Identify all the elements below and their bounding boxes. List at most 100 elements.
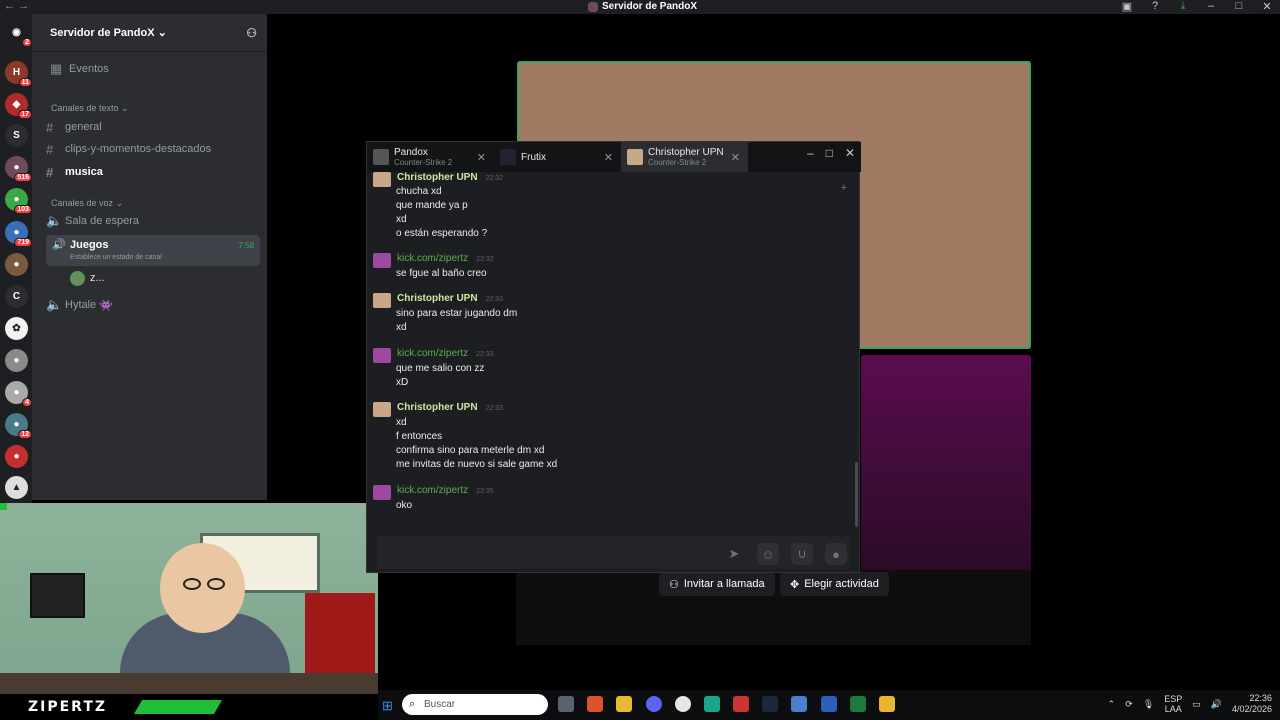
guild-icon[interactable]: ▲ bbox=[5, 476, 28, 499]
text-category[interactable]: Canales de texto ⌄ bbox=[51, 103, 129, 114]
events-item[interactable]: ▦ Eventos bbox=[50, 59, 264, 79]
tab-frutix[interactable]: Frutix ✕ bbox=[494, 142, 621, 172]
sync-icon[interactable]: ⟳ bbox=[1125, 699, 1133, 710]
avatar bbox=[70, 270, 85, 286]
voice-member[interactable]: z... bbox=[70, 268, 284, 288]
windows-taskbar: ⊞ ⌕ Buscar ⌃ ⟳ 🎙 ESP LAA ▭ 🔊 22:36 4/02/202… bbox=[378, 690, 1280, 720]
close-icon[interactable]: ✕ bbox=[845, 146, 855, 160]
guild-icon[interactable]: ● 103 bbox=[5, 188, 32, 214]
timestamp: 22:32 bbox=[485, 175, 504, 182]
chat-tabs: Pandox Counter-Strike 2 ✕ Frutix ✕ Christop… bbox=[367, 142, 861, 172]
message-line: confirma sino para meterle dm xd bbox=[396, 445, 545, 456]
clock[interactable]: 22:36 4/02/2026 bbox=[1232, 693, 1272, 715]
message-line: xd bbox=[396, 322, 407, 333]
maximize-icon[interactable]: □ bbox=[826, 146, 833, 160]
help-icon[interactable]: ? bbox=[1148, 0, 1162, 13]
language-indicator[interactable]: ESP LAA bbox=[1164, 694, 1182, 714]
guild-icon[interactable]: ● 4 bbox=[5, 381, 32, 407]
task-view-icon[interactable] bbox=[558, 696, 574, 712]
invite-call-button[interactable]: ⚇ Invitar a llamada bbox=[659, 572, 775, 596]
discord-home-icon[interactable]: ◉ 2 bbox=[5, 21, 32, 47]
back-icon[interactable]: ← bbox=[4, 0, 15, 12]
window-title-text: Servidor de PandoX bbox=[602, 1, 698, 12]
timestamp: 22:33 bbox=[476, 351, 494, 358]
notepad-icon[interactable] bbox=[791, 696, 807, 712]
guild-icon[interactable]: ✿ bbox=[5, 317, 28, 340]
chrome-icon[interactable] bbox=[675, 696, 691, 712]
guild-icon[interactable]: ● bbox=[5, 445, 28, 468]
maximize-icon[interactable]: □ bbox=[1232, 0, 1246, 13]
channel-general[interactable]: # general bbox=[46, 117, 260, 137]
inbox-icon[interactable]: ▣ bbox=[1120, 0, 1134, 13]
attach-icon[interactable]: ∪ bbox=[791, 543, 813, 565]
mic-icon[interactable]: ● bbox=[825, 543, 847, 565]
close-icon[interactable]: ✕ bbox=[1260, 0, 1274, 13]
channel-label: clips-y-momentos-destacados bbox=[65, 143, 212, 155]
emoji-icon[interactable]: ☺ bbox=[757, 543, 779, 565]
word-icon[interactable] bbox=[821, 696, 837, 712]
channel-label: Juegos bbox=[70, 239, 109, 251]
forward-icon[interactable]: → bbox=[18, 0, 29, 12]
discord-icon[interactable] bbox=[646, 696, 662, 712]
message-author[interactable]: Christopher UPN 22:33 bbox=[397, 402, 503, 413]
message-author[interactable]: Christopher UPN 22:33 bbox=[397, 293, 503, 304]
tab-pandox[interactable]: Pandox Counter-Strike 2 ✕ bbox=[367, 142, 494, 172]
app-icon[interactable] bbox=[733, 696, 749, 712]
close-tab-icon[interactable]: ✕ bbox=[477, 151, 486, 164]
guild-icon[interactable]: ● 12 bbox=[5, 413, 32, 439]
game-icon: 👾 bbox=[99, 299, 113, 312]
close-tab-icon[interactable]: ✕ bbox=[731, 151, 740, 164]
guild-icon[interactable]: ● 516 bbox=[5, 156, 32, 182]
voice-channel-juegos[interactable]: 🔊 Juegos 7:58 Establece un estado de can… bbox=[46, 235, 260, 266]
windows-start-icon[interactable]: ⊞ bbox=[382, 698, 393, 714]
guild-icon[interactable]: ◆ 17 bbox=[5, 93, 32, 119]
add-reaction-icon[interactable]: + bbox=[841, 182, 847, 194]
guild-icon[interactable]: ● 719 bbox=[5, 221, 32, 247]
display-icon[interactable]: ▭ bbox=[1192, 699, 1201, 710]
download-icon[interactable]: ⤓ bbox=[1176, 0, 1190, 13]
accent-bar bbox=[133, 700, 223, 714]
app-icon[interactable] bbox=[879, 696, 895, 712]
channel-clips[interactable]: # clips-y-momentos-destacados bbox=[46, 139, 260, 159]
message-author[interactable]: kick.com/zipertz 22:32 bbox=[397, 253, 494, 264]
server-header[interactable]: Servidor de PandoX ⌄ ⚇ bbox=[32, 14, 267, 52]
nav-arrows[interactable]: ← → bbox=[4, 0, 29, 12]
steam-icon[interactable] bbox=[762, 696, 778, 712]
choose-activity-button[interactable]: ✥ Elegir actividad bbox=[780, 572, 889, 596]
chevron-up-icon[interactable]: ⌃ bbox=[1108, 699, 1116, 710]
app-icon[interactable] bbox=[704, 696, 720, 712]
excel-icon[interactable] bbox=[850, 696, 866, 712]
guild-icon[interactable]: ● bbox=[5, 349, 28, 372]
minimize-icon[interactable]: – bbox=[807, 146, 814, 160]
glasses bbox=[183, 578, 201, 590]
guild-icon[interactable]: C bbox=[5, 285, 28, 308]
avatar bbox=[373, 172, 391, 187]
volume-icon[interactable]: 🔊 bbox=[1211, 699, 1222, 710]
voice-channel-sala[interactable]: 🔈 Sala de espera bbox=[46, 211, 260, 231]
message-author[interactable]: kick.com/zipertz 22:35 bbox=[397, 485, 494, 496]
guild-icon[interactable]: S bbox=[5, 124, 28, 147]
brave-icon[interactable] bbox=[587, 696, 603, 712]
message-author[interactable]: Christopher UPN 22:32 bbox=[397, 172, 503, 183]
add-member-icon[interactable]: ⚇ bbox=[246, 26, 257, 40]
channel-label: musica bbox=[65, 166, 103, 178]
guild-icon[interactable]: ● bbox=[5, 253, 28, 276]
message-author[interactable]: kick.com/zipertz 22:33 bbox=[397, 348, 494, 359]
search-placeholder: Buscar bbox=[424, 699, 456, 710]
minimize-icon[interactable]: – bbox=[1204, 0, 1218, 13]
voice-category[interactable]: Canales de voz ⌄ bbox=[51, 198, 123, 209]
folder-icon[interactable] bbox=[616, 696, 632, 712]
avatar bbox=[627, 149, 643, 165]
guild-icon[interactable]: H 11 bbox=[5, 61, 32, 87]
channel-status[interactable]: Establece un estado de canal bbox=[70, 254, 162, 261]
voice-channel-hytale[interactable]: 🔈 Hytale 👾 bbox=[46, 295, 260, 315]
tab-christopher[interactable]: Christopher UPN Counter-Strike 2 ✕ bbox=[621, 142, 748, 172]
mic-icon[interactable]: 🎙 bbox=[1143, 699, 1154, 710]
close-tab-icon[interactable]: ✕ bbox=[604, 151, 613, 164]
scrollbar[interactable] bbox=[855, 462, 858, 527]
send-icon[interactable]: ➤ bbox=[723, 543, 745, 565]
taskbar-search[interactable]: ⌕ Buscar bbox=[402, 694, 548, 715]
guild-list: ◉ 2 H 11 ◆ 17 S ● 516 ● 103 ● 719 ● C ✿ ● ● 4 ●… bbox=[0, 14, 32, 504]
channel-musica[interactable]: # musica bbox=[46, 162, 260, 182]
author-name: Christopher UPN bbox=[397, 293, 478, 304]
